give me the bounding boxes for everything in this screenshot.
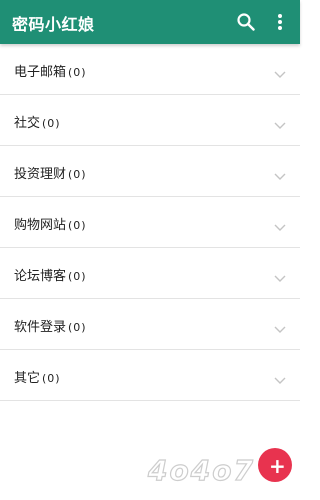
category-name: 软件登录 <box>14 320 67 335</box>
category-count: (0) <box>68 219 87 232</box>
category-row-social[interactable]: 社交 (0) <box>0 95 300 146</box>
category-count: (0) <box>68 66 87 79</box>
app-title: 密码小红娘 <box>12 15 95 34</box>
category-count: (0) <box>68 168 87 181</box>
category-count: (0) <box>68 321 87 334</box>
category-label: 论坛博客 (0) <box>14 265 87 284</box>
category-row-finance[interactable]: 投资理财 (0) <box>0 146 300 197</box>
category-row-software[interactable]: 软件登录 (0) <box>0 299 300 350</box>
category-label: 投资理财 (0) <box>14 163 87 182</box>
category-name: 其它 <box>14 371 41 386</box>
chevron-down-icon <box>274 166 286 180</box>
chevron-down-icon <box>274 217 286 231</box>
app-bar: 密码小红娘 <box>0 0 300 44</box>
category-label: 购物网站 (0) <box>14 214 87 233</box>
category-name: 投资理财 <box>14 167 67 182</box>
chevron-down-icon <box>274 319 286 333</box>
category-label: 软件登录 (0) <box>14 316 87 335</box>
category-label: 其它 (0) <box>14 367 61 386</box>
category-name: 社交 <box>14 116 41 131</box>
chevron-down-icon <box>274 268 286 282</box>
chevron-down-icon <box>274 64 286 78</box>
category-row-email[interactable]: 电子邮箱 (0) <box>0 44 300 95</box>
category-name: 论坛博客 <box>14 269 67 284</box>
search-icon[interactable] <box>236 12 256 32</box>
category-list: 电子邮箱 (0) 社交 (0) 投资理财 (0) 购物网站 (0) 论坛博客 (0) 软件… <box>0 44 300 401</box>
watermark-logo: 4o4o7 + <box>147 448 296 496</box>
category-name: 购物网站 <box>14 218 67 233</box>
chevron-down-icon <box>274 370 286 384</box>
category-count: (0) <box>68 270 87 283</box>
chevron-down-icon <box>274 115 286 129</box>
watermark-text: 4o4o7 <box>147 453 255 487</box>
plus-icon: + <box>269 454 286 478</box>
more-vert-icon[interactable] <box>272 12 288 32</box>
category-label: 电子邮箱 (0) <box>14 61 87 80</box>
category-count: (0) <box>42 372 61 385</box>
category-row-shopping[interactable]: 购物网站 (0) <box>0 197 300 248</box>
category-row-forum[interactable]: 论坛博客 (0) <box>0 248 300 299</box>
category-name: 电子邮箱 <box>14 65 67 80</box>
category-count: (0) <box>42 117 61 130</box>
category-label: 社交 (0) <box>14 112 61 131</box>
category-row-other[interactable]: 其它 (0) <box>0 350 300 401</box>
